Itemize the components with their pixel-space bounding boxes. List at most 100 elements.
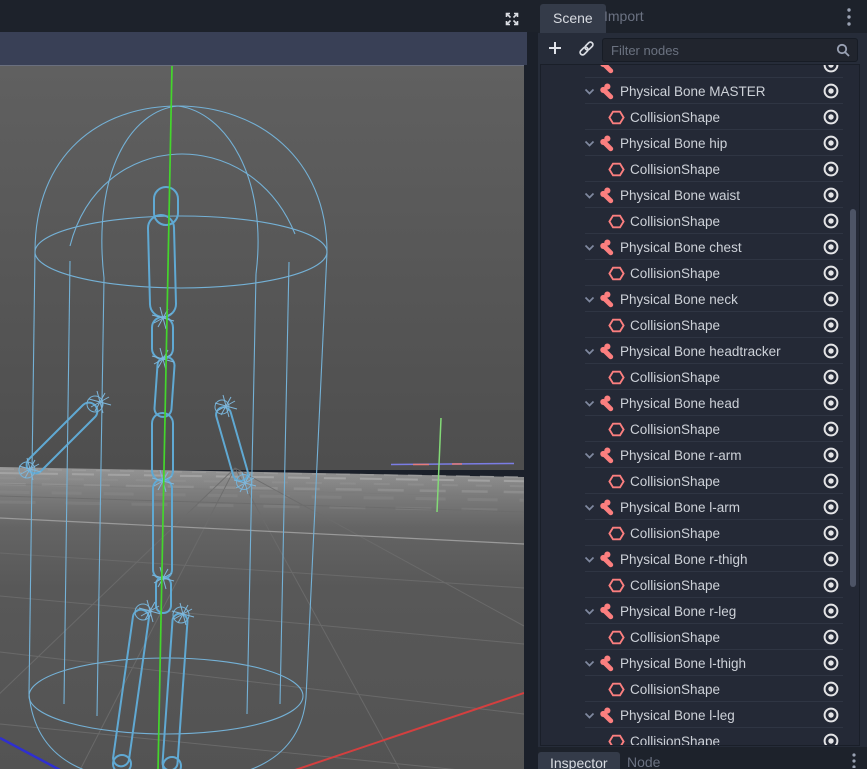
tree-row-collision-shape[interactable]: CollisionShape	[541, 208, 859, 234]
tree-row-collision-shape[interactable]: CollisionShape	[541, 312, 859, 338]
visibility-toggle-button[interactable]	[822, 732, 840, 746]
visibility-toggle-button[interactable]	[822, 420, 840, 438]
visibility-toggle-button[interactable]	[822, 82, 840, 100]
node-label: Physical Bone l-leg	[620, 708, 735, 723]
collapse-toggle[interactable]	[584, 190, 597, 201]
visibility-toggle-button[interactable]	[822, 498, 840, 516]
collapse-toggle[interactable]	[584, 554, 597, 565]
collapse-toggle[interactable]	[584, 658, 597, 669]
visibility-toggle-button[interactable]	[822, 680, 840, 698]
scene-dock: Scene Import	[538, 0, 867, 769]
collapse-toggle[interactable]	[584, 398, 597, 409]
visibility-toggle-button[interactable]	[822, 602, 840, 620]
tree-row-collision-shape[interactable]: CollisionShape	[541, 520, 859, 546]
visibility-toggle-button[interactable]	[822, 212, 840, 230]
tree-row-collision-shape[interactable]: CollisionShape	[541, 728, 859, 746]
tree-row-collision-shape[interactable]: CollisionShape	[541, 416, 859, 442]
tree-row-physical-bone[interactable]: Physical Bone l-arm	[541, 494, 859, 520]
eye-icon	[822, 628, 840, 646]
tree-row-physical-bone[interactable]: Physical Bone headtracker	[541, 338, 859, 364]
tree-row-collision-shape[interactable]: CollisionShape	[541, 468, 859, 494]
visibility-toggle-button[interactable]	[822, 264, 840, 282]
tree-row-physical-bone[interactable]: Physical Bone MASTER	[541, 78, 859, 104]
collapse-toggle[interactable]	[584, 606, 597, 617]
visibility-toggle-button[interactable]	[822, 550, 840, 568]
tree-row-collision-shape[interactable]: CollisionShape	[541, 676, 859, 702]
3d-viewport[interactable]	[0, 65, 524, 769]
eye-icon	[822, 316, 840, 334]
dock-menu-button[interactable]	[846, 7, 852, 27]
collision-shape-icon	[608, 161, 625, 178]
tree-row-collision-shape[interactable]: CollisionShape	[541, 572, 859, 598]
visibility-toggle-button[interactable]	[822, 316, 840, 334]
physical-bone-icon	[598, 499, 615, 516]
add-node-button[interactable]	[547, 40, 563, 56]
tree-row-physical-bone[interactable]: Physical Bone waist	[541, 182, 859, 208]
bottom-dock-menu-button[interactable]	[851, 752, 857, 768]
tree-row-physical-bone[interactable]: Physical Bone head	[541, 390, 859, 416]
visibility-toggle-button[interactable]	[822, 64, 840, 74]
collapse-toggle[interactable]	[584, 86, 597, 97]
node-label: CollisionShape	[630, 526, 720, 541]
physical-bone-icon	[598, 343, 615, 360]
eye-icon	[822, 134, 840, 152]
tab-import[interactable]: Import	[604, 0, 644, 33]
visibility-toggle-button[interactable]	[822, 342, 840, 360]
visibility-toggle-button[interactable]	[822, 524, 840, 542]
node-label: CollisionShape	[630, 578, 720, 593]
eye-icon	[822, 498, 840, 516]
tree-scrollbar-thumb[interactable]	[850, 209, 856, 587]
scene-tree[interactable]: Physical Bone MASTER CollisionShape Phys…	[540, 64, 860, 746]
collapse-toggle[interactable]	[584, 138, 597, 149]
tree-row-collision-shape[interactable]: CollisionShape	[541, 624, 859, 650]
visibility-toggle-button[interactable]	[822, 446, 840, 464]
visibility-toggle-button[interactable]	[822, 134, 840, 152]
visibility-toggle-button[interactable]	[822, 186, 840, 204]
node-label: CollisionShape	[630, 110, 720, 125]
collapse-toggle[interactable]	[584, 450, 597, 461]
tree-row-physical-bone[interactable]: Physical Bone hip	[541, 130, 859, 156]
node-label: CollisionShape	[630, 370, 720, 385]
tree-row-physical-bone[interactable]: Physical Bone l-thigh	[541, 650, 859, 676]
visibility-toggle-button[interactable]	[822, 368, 840, 386]
chevron-down-icon	[584, 190, 595, 201]
collapse-toggle[interactable]	[584, 294, 597, 305]
physical-bone-icon	[598, 187, 615, 204]
visibility-toggle-button[interactable]	[822, 576, 840, 594]
tree-row-physical-bone[interactable]: Physical Bone l-leg	[541, 702, 859, 728]
collapse-toggle[interactable]	[584, 242, 597, 253]
filter-nodes-input[interactable]	[602, 38, 858, 62]
tree-row-collision-shape[interactable]: CollisionShape	[541, 104, 859, 130]
tree-row-physical-bone[interactable]: Physical Bone neck	[541, 286, 859, 312]
tree-row-collision-shape[interactable]: CollisionShape	[541, 364, 859, 390]
collapse-toggle[interactable]	[584, 346, 597, 357]
tree-row-collision-shape[interactable]: CollisionShape	[541, 156, 859, 182]
visibility-toggle-button[interactable]	[822, 394, 840, 412]
tree-row-physical-bone[interactable]: Physical Bone r-leg	[541, 598, 859, 624]
instance-scene-button[interactable]	[578, 40, 595, 57]
expand-viewport-button[interactable]	[500, 8, 524, 30]
collapse-toggle[interactable]	[584, 710, 597, 721]
tree-scrollbar[interactable]	[849, 66, 857, 744]
collapse-toggle[interactable]	[584, 502, 597, 513]
visibility-toggle-button[interactable]	[822, 108, 840, 126]
visibility-toggle-button[interactable]	[822, 628, 840, 646]
tree-row-physical-bone[interactable]: Physical Bone r-arm	[541, 442, 859, 468]
visibility-toggle-button[interactable]	[822, 238, 840, 256]
visibility-toggle-button[interactable]	[822, 654, 840, 672]
visibility-toggle-button[interactable]	[822, 706, 840, 724]
visibility-toggle-button[interactable]	[822, 290, 840, 308]
viewport-header-bar	[0, 0, 538, 32]
tree-row-physical-bone[interactable]: Physical Bone r-thigh	[541, 546, 859, 572]
visibility-toggle-button[interactable]	[822, 160, 840, 178]
tree-row-clipped[interactable]	[541, 64, 859, 78]
tree-row-physical-bone[interactable]: Physical Bone chest	[541, 234, 859, 260]
tab-inspector[interactable]: Inspector	[538, 752, 620, 769]
chevron-down-icon	[584, 346, 595, 357]
visibility-toggle-button[interactable]	[822, 472, 840, 490]
tab-scene[interactable]: Scene	[540, 4, 606, 33]
tree-row-collision-shape[interactable]: CollisionShape	[541, 260, 859, 286]
collision-shape-icon	[608, 525, 625, 542]
tab-node[interactable]: Node	[627, 752, 660, 769]
collision-shape-icon	[608, 265, 625, 282]
